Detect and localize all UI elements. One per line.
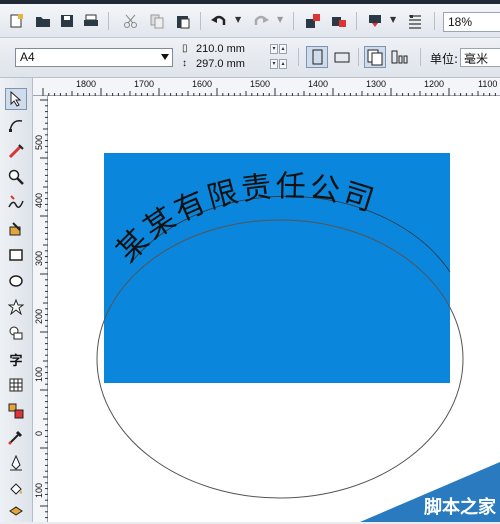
rectangle-tool-icon[interactable] xyxy=(5,244,27,266)
save-icon[interactable] xyxy=(56,10,78,32)
interactive-fill-icon[interactable] xyxy=(5,502,27,524)
table-tool-icon[interactable] xyxy=(5,374,27,396)
toolbox: 字 xyxy=(0,78,33,522)
import-icon[interactable] xyxy=(302,10,324,32)
open-folder-icon[interactable] xyxy=(32,10,54,32)
ruler-label: 100 xyxy=(34,366,44,382)
copy-icon[interactable] xyxy=(146,10,168,32)
zoom-tool-icon[interactable] xyxy=(5,166,27,188)
fill-tool-icon[interactable] xyxy=(5,478,27,500)
paper-width-value: 210.0 mm xyxy=(196,43,245,55)
all-pages-icon[interactable] xyxy=(364,46,386,68)
ruler-label: 1500 xyxy=(250,79,271,89)
ruler-label: 1600 xyxy=(192,79,213,89)
basic-shapes-icon[interactable] xyxy=(5,322,27,344)
paper-width-field[interactable]: ▯ 210.0 mm xyxy=(180,43,270,58)
ruler-label: 200 xyxy=(34,308,44,324)
smart-fill-icon[interactable] xyxy=(5,218,27,240)
watermark-brand: 脚本之家 xyxy=(424,497,496,518)
toolbar-separator xyxy=(298,48,299,66)
cut-icon[interactable] xyxy=(120,10,142,32)
horizontal-ruler[interactable]: 1800 1700 1600 1500 1400 1300 1200 1100 xyxy=(33,78,500,96)
options-icon[interactable] xyxy=(404,10,426,32)
ruler-label: 1300 xyxy=(366,79,387,89)
toolbar-separator xyxy=(293,12,294,30)
height-spin-up-icon[interactable]: ▴ xyxy=(279,59,287,69)
interactive-effects-icon[interactable] xyxy=(5,400,27,422)
height-icon: ↕ xyxy=(182,58,187,69)
new-document-icon[interactable] xyxy=(6,10,28,32)
shape-tool-icon[interactable] xyxy=(5,114,27,136)
ruler-label: 1100 xyxy=(478,79,498,89)
undo-icon[interactable] xyxy=(208,10,230,32)
canvas-artwork: 某某有限责任公司 xyxy=(96,153,464,499)
ruler-label: 500 xyxy=(34,134,44,150)
toolbar-separator xyxy=(108,12,109,30)
ruler-label: 100 xyxy=(34,482,44,498)
ruler-label: 300 xyxy=(34,250,44,266)
polygon-tool-icon[interactable] xyxy=(5,296,27,318)
ruler-label: 0 xyxy=(34,430,44,436)
export-icon[interactable] xyxy=(328,10,350,32)
ruler-label: 400 xyxy=(34,192,44,208)
zoom-level-field[interactable]: 18% xyxy=(443,12,500,32)
paper-height-field[interactable]: ↕ 297.0 mm xyxy=(180,58,270,73)
redo-icon[interactable] xyxy=(250,10,272,32)
current-page-icon[interactable] xyxy=(389,46,411,68)
drawing-canvas[interactable]: 某某有限责任公司 jb51.net 脚本之家 xyxy=(48,96,500,522)
paper-size-select[interactable]: A4 xyxy=(15,48,173,67)
eyedropper-icon[interactable] xyxy=(5,426,27,448)
toolbar-separator xyxy=(200,12,201,30)
standard-toolbar: ▼ ▼ ▼ 18% xyxy=(0,4,500,38)
chevron-down-icon xyxy=(161,54,169,60)
ruler-label: 1400 xyxy=(308,79,329,89)
ruler-label: 1200 xyxy=(424,79,445,89)
watermark: jb51.net 脚本之家 xyxy=(360,462,500,522)
outline-pen-icon[interactable] xyxy=(5,452,27,474)
property-bar: A4 ▯ 210.0 mm ↕ 297.0 mm ▾ ▴ ▾ ▴ 单位: 毫米 xyxy=(0,38,500,78)
freehand-tool-icon[interactable] xyxy=(5,192,27,214)
paper-size-value: A4 xyxy=(20,50,35,64)
units-select[interactable]: 毫米 xyxy=(460,48,500,67)
units-label: 单位: xyxy=(430,52,459,66)
ruler-label: 1800 xyxy=(76,79,97,89)
ellipse-tool-icon[interactable] xyxy=(5,270,27,292)
undo-dropdown-icon[interactable]: ▼ xyxy=(235,15,241,24)
vertical-ruler[interactable]: 500 400 300 200 100 0 100 xyxy=(33,96,48,522)
toolbar-separator xyxy=(420,48,421,66)
portrait-button[interactable] xyxy=(306,46,328,68)
width-spin-down-icon[interactable]: ▾ xyxy=(270,44,278,54)
landscape-button[interactable] xyxy=(331,46,353,68)
pick-tool-icon[interactable] xyxy=(5,88,27,110)
print-icon[interactable] xyxy=(80,10,102,32)
text-tool-icon[interactable]: 字 xyxy=(5,348,27,370)
toolbar-separator xyxy=(434,12,435,30)
height-spin-down-icon[interactable]: ▾ xyxy=(270,59,278,69)
crop-tool-icon[interactable] xyxy=(5,140,27,162)
paste-icon[interactable] xyxy=(172,10,194,32)
text-tool-glyph: 字 xyxy=(9,353,23,369)
publish-dropdown-icon[interactable]: ▼ xyxy=(390,15,396,24)
publish-pdf-icon[interactable] xyxy=(364,10,386,32)
toolbar-separator xyxy=(356,12,357,30)
width-spin-up-icon[interactable]: ▴ xyxy=(279,44,287,54)
redo-dropdown-icon[interactable]: ▼ xyxy=(277,15,283,24)
paper-height-value: 297.0 mm xyxy=(196,58,245,70)
width-icon: ▯ xyxy=(182,43,188,54)
toolbar-separator xyxy=(358,48,359,66)
ruler-label: 1700 xyxy=(134,79,155,89)
